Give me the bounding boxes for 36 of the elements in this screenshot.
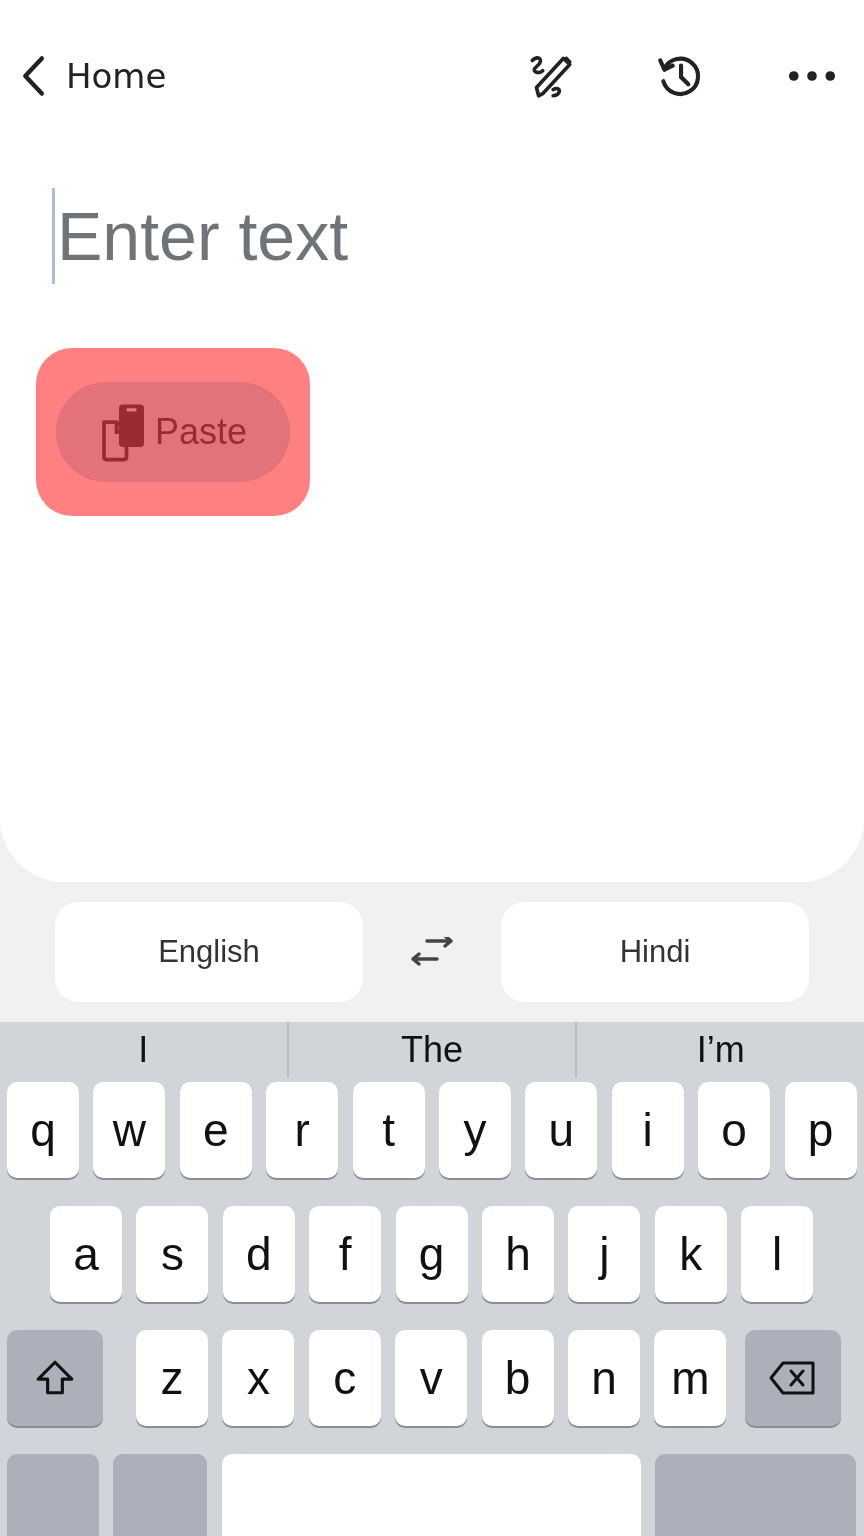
back-button[interactable]: Home xyxy=(18,54,167,98)
key[interactable]: p xyxy=(784,1082,857,1178)
key[interactable]: m xyxy=(654,1330,727,1426)
key[interactable]: a xyxy=(50,1206,122,1302)
key[interactable]: h xyxy=(481,1206,554,1302)
key[interactable]: g xyxy=(395,1206,468,1302)
key[interactable]: c xyxy=(308,1330,381,1426)
key[interactable]: n xyxy=(567,1330,640,1426)
source-language-button[interactable]: English xyxy=(55,902,363,1002)
key[interactable]: w xyxy=(93,1082,166,1178)
key[interactable]: q xyxy=(7,1082,79,1178)
key[interactable]: u xyxy=(525,1082,598,1178)
key[interactable]: b xyxy=(481,1330,554,1426)
delete-key[interactable] xyxy=(745,1330,842,1426)
key[interactable]: f xyxy=(309,1206,382,1302)
key[interactable]: s xyxy=(136,1206,209,1302)
key[interactable]: o xyxy=(698,1082,771,1178)
key[interactable]: z xyxy=(136,1330,208,1426)
key[interactable]: y xyxy=(438,1082,511,1178)
key[interactable]: k xyxy=(654,1206,727,1302)
suggestion[interactable]: The xyxy=(288,1022,576,1078)
key[interactable]: l xyxy=(741,1206,814,1302)
suggestion[interactable]: I’m xyxy=(577,1022,864,1078)
key[interactable]: e xyxy=(179,1082,252,1178)
key[interactable]: x xyxy=(222,1330,295,1426)
key[interactable]: r xyxy=(266,1082,339,1178)
shift-key[interactable] xyxy=(7,1330,103,1426)
more-icon[interactable] xyxy=(788,69,836,83)
key[interactable]: v xyxy=(395,1330,468,1426)
key[interactable]: i xyxy=(611,1082,684,1178)
key[interactable]: t xyxy=(352,1082,425,1178)
key[interactable]: d xyxy=(222,1206,295,1302)
key[interactable]: j xyxy=(568,1206,641,1302)
suggestion[interactable]: I xyxy=(0,1022,287,1078)
target-language-button[interactable]: Hindi xyxy=(501,902,809,1002)
text-input[interactable]: Enter text xyxy=(52,188,757,284)
